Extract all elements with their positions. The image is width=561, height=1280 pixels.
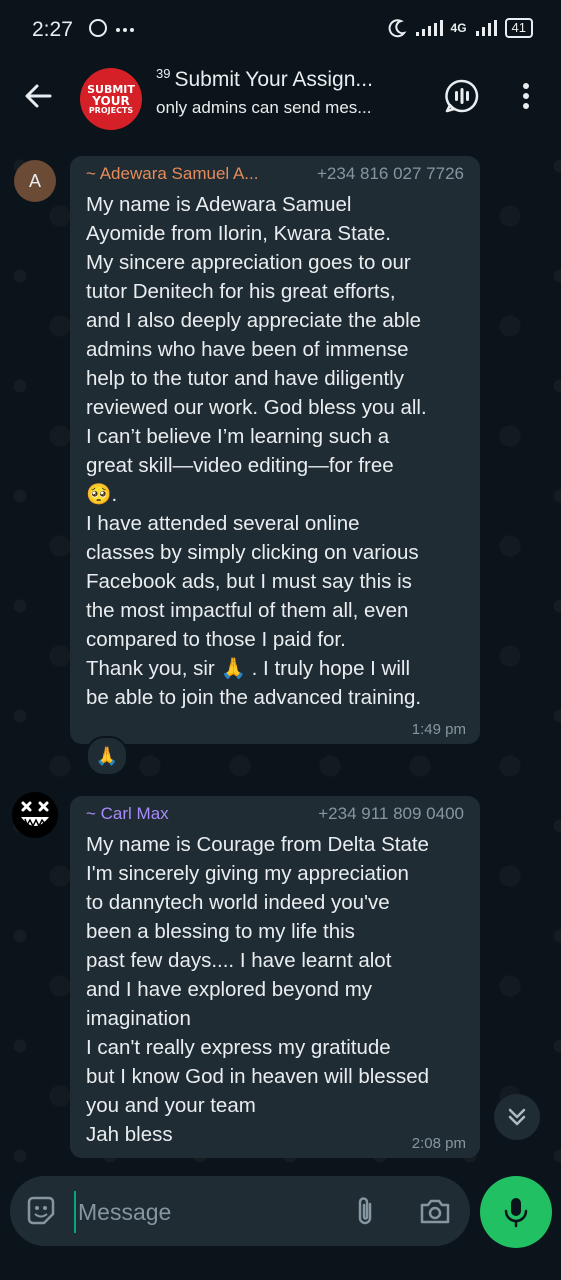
back-arrow-icon[interactable] (22, 80, 54, 112)
group-avatar[interactable]: SUBMIT YOUR PROJECTS (80, 68, 142, 130)
message-text: My name is Courage from Delta State I'm … (86, 833, 430, 1146)
reaction-badge[interactable]: 🙏 (86, 736, 128, 776)
message-composer (10, 1176, 470, 1246)
signal-icon-2 (475, 20, 497, 36)
double-chevron-down-icon (508, 1108, 526, 1126)
sender-line: ~ Carl Max +234 911 809 0400 (86, 804, 464, 826)
voice-chat-icon[interactable] (444, 78, 480, 114)
avatar[interactable]: A (14, 160, 56, 202)
whatsapp-notification-icon (89, 19, 134, 37)
sender-name[interactable]: ~ Carl Max (86, 804, 169, 826)
sender-phone: +234 911 809 0400 (318, 804, 464, 823)
avatar[interactable] (12, 792, 58, 838)
signal-icon (415, 20, 443, 36)
sender-name[interactable]: ~ Adewara Samuel A... (86, 164, 258, 186)
camera-icon[interactable] (418, 1194, 452, 1228)
chat-area[interactable]: A ~ Adewara Samuel A... +234 816 027 772… (0, 136, 561, 1166)
status-bar: 2:27 4G 41 (0, 0, 561, 58)
message-time: 1:49 pm (411, 721, 466, 738)
notification-icons (88, 16, 138, 45)
network-type: 4G (450, 21, 467, 35)
group-avatar-line-3: PROJECTS (88, 105, 134, 115)
battery-indicator: 41 (504, 18, 533, 38)
attach-icon[interactable] (350, 1194, 380, 1228)
chat-header: SUBMIT YOUR PROJECTS 39 Submit Your Assig… (0, 58, 561, 136)
status-time: 2:27 (32, 18, 73, 41)
scroll-to-bottom-button[interactable] (494, 1094, 540, 1140)
message-bubble[interactable]: ~ Carl Max +234 911 809 0400 My name is … (70, 796, 480, 1158)
group-info[interactable]: 39 Submit Your Assign... only admins can … (156, 66, 426, 118)
message-input[interactable] (74, 1191, 320, 1233)
input-bar (0, 1166, 561, 1280)
message-text: My name is Adewara Samuel Ayomide from I… (86, 193, 427, 709)
more-options-icon[interactable] (514, 80, 538, 112)
message-time: 2:08 pm (411, 1135, 466, 1152)
member-count: 39 (156, 66, 171, 81)
group-avatar-line-1: SUBMIT (87, 82, 135, 96)
group-avatar-line-2: YOUR (92, 93, 130, 108)
moon-icon (388, 19, 406, 38)
voice-record-button[interactable] (480, 1176, 552, 1248)
sticker-icon[interactable] (24, 1194, 58, 1228)
status-right: 4G 41 (387, 18, 533, 38)
smiley-avatar-icon (21, 801, 49, 828)
sender-phone: +234 816 027 7726 (316, 164, 464, 183)
group-title: Submit Your Assign... (174, 68, 373, 91)
microphone-icon (504, 1198, 528, 1228)
group-subtitle: only admins can send mes... (156, 98, 372, 117)
message-bubble[interactable]: ~ Adewara Samuel A... +234 816 027 7726 … (70, 156, 480, 744)
sender-line: ~ Adewara Samuel A... +234 816 027 7726 (86, 164, 464, 186)
